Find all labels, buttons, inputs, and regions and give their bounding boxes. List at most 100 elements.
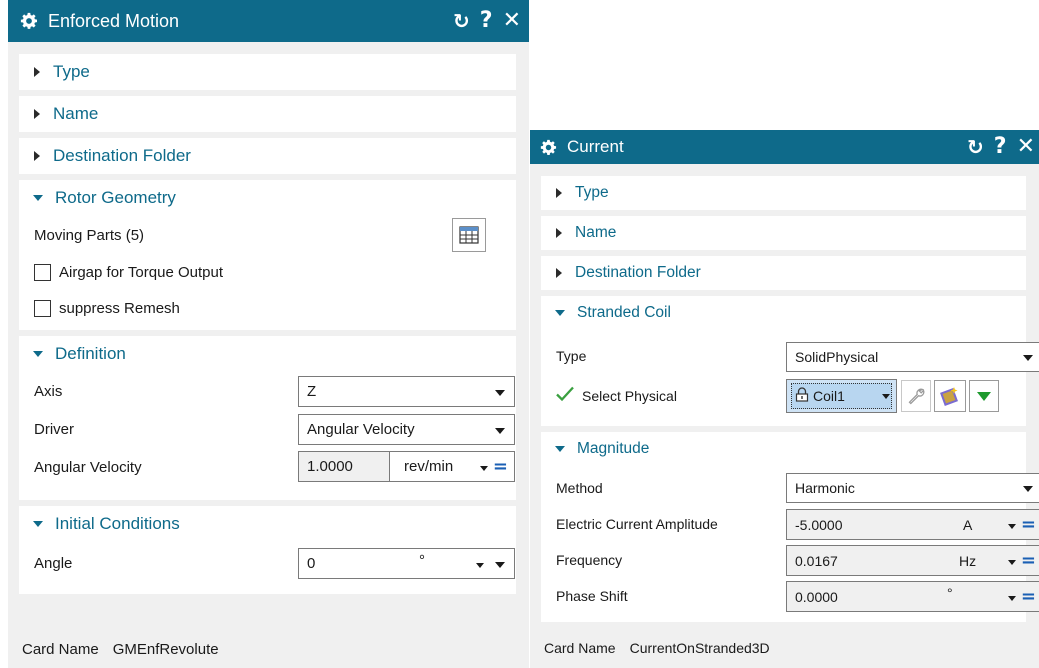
group-definition-header[interactable]: Definition bbox=[19, 336, 516, 372]
axis-select[interactable]: Z bbox=[298, 376, 515, 407]
group-type-header[interactable]: Type bbox=[541, 176, 1026, 210]
group-magnitude: Magnitude Method Harmonic Electric Curre… bbox=[541, 432, 1039, 622]
frequency-label: Frequency bbox=[556, 552, 623, 568]
frequency-input[interactable]: 0.0167 Hz = bbox=[786, 545, 1039, 576]
coil-type-select[interactable]: SolidPhysical bbox=[786, 342, 1039, 372]
dialog-titlebar: Current ↻ ? ✕ bbox=[530, 130, 1039, 164]
more-options-button[interactable] bbox=[969, 380, 999, 412]
close-icon[interactable]: ✕ bbox=[1017, 136, 1035, 158]
chevron-down-icon[interactable] bbox=[1008, 560, 1016, 565]
velocity-unit-select[interactable]: rev/min = bbox=[390, 451, 515, 482]
group-stranded-coil: Stranded Coil Type SolidPhysical Select … bbox=[541, 296, 1039, 426]
equals-icon[interactable]: = bbox=[493, 458, 508, 476]
dialog-title: Enforced Motion bbox=[48, 10, 180, 31]
select-physical-list[interactable]: Coil1 bbox=[786, 379, 897, 413]
angle-input[interactable]: 0 ° bbox=[298, 548, 515, 579]
table-icon bbox=[459, 226, 479, 244]
create-physical-button[interactable] bbox=[934, 380, 966, 412]
select-physical-value: Coil1 bbox=[813, 388, 845, 404]
dropdown-arrow-icon bbox=[977, 391, 991, 401]
gear-icon bbox=[540, 139, 557, 156]
airgap-checkbox-row[interactable]: Airgap for Torque Output bbox=[34, 254, 501, 290]
lock-icon bbox=[795, 387, 809, 405]
wrench-button[interactable] bbox=[901, 380, 931, 412]
amplitude-value: -5.0000 bbox=[795, 516, 843, 533]
collapse-arrow-icon bbox=[33, 195, 43, 201]
group-destination-folder: Destination Folder bbox=[541, 256, 1026, 290]
card-name-label: Card Name bbox=[544, 640, 616, 656]
amplitude-label: Electric Current Amplitude bbox=[556, 516, 718, 532]
method-label: Method bbox=[556, 480, 603, 496]
reset-icon[interactable]: ↻ bbox=[967, 137, 984, 157]
coil-type-value: SolidPhysical bbox=[795, 349, 879, 365]
equals-icon[interactable]: = bbox=[1021, 516, 1036, 534]
group-type-header[interactable]: Type bbox=[19, 54, 516, 90]
amplitude-input[interactable]: -5.0000 A = bbox=[786, 509, 1039, 540]
group-magnitude-label: Magnitude bbox=[577, 440, 650, 457]
phase-shift-input[interactable]: 0.0000 ° = bbox=[786, 581, 1039, 612]
group-coil-header[interactable]: Stranded Coil bbox=[541, 296, 1026, 330]
group-name: Name bbox=[19, 96, 516, 132]
phase-shift-unit: ° bbox=[947, 585, 953, 601]
method-value: Harmonic bbox=[795, 480, 855, 496]
group-type-label: Type bbox=[53, 62, 90, 81]
group-name-header[interactable]: Name bbox=[19, 96, 516, 132]
gear-icon bbox=[20, 12, 38, 30]
card-name-footer: Card Name GMEnfRevolute bbox=[22, 641, 219, 658]
axis-value: Z bbox=[307, 383, 317, 400]
group-name-header[interactable]: Name bbox=[541, 216, 1026, 250]
phase-shift-label: Phase Shift bbox=[556, 588, 628, 604]
collapse-arrow-icon bbox=[555, 446, 565, 452]
expand-arrow-icon bbox=[556, 228, 562, 238]
airgap-checkbox[interactable] bbox=[34, 263, 51, 281]
suppress-remesh-checkbox-row[interactable]: suppress Remesh bbox=[34, 290, 501, 326]
suppress-remesh-label: suppress Remesh bbox=[59, 299, 180, 317]
chevron-down-icon bbox=[1023, 355, 1033, 361]
help-icon[interactable]: ? bbox=[480, 10, 493, 32]
suppress-remesh-checkbox[interactable] bbox=[34, 299, 51, 317]
group-destination-header[interactable]: Destination Folder bbox=[541, 256, 1026, 290]
collapse-arrow-icon bbox=[33, 521, 43, 527]
method-select[interactable]: Harmonic bbox=[786, 473, 1039, 503]
help-icon[interactable]: ? bbox=[994, 136, 1007, 158]
group-type: Type bbox=[541, 176, 1026, 210]
airgap-label: Airgap for Torque Output bbox=[59, 263, 223, 281]
velocity-unit: rev/min bbox=[404, 458, 454, 475]
group-name: Name bbox=[541, 216, 1026, 250]
reset-icon[interactable]: ↻ bbox=[453, 11, 470, 31]
card-name-label: Card Name bbox=[22, 641, 99, 658]
wrench-icon bbox=[908, 388, 925, 405]
chevron-down-icon[interactable] bbox=[495, 561, 505, 568]
group-type: Type bbox=[19, 54, 516, 90]
select-objects-button[interactable] bbox=[452, 218, 486, 252]
group-magnitude-header[interactable]: Magnitude bbox=[541, 432, 1026, 466]
collapse-arrow-icon bbox=[555, 310, 565, 316]
chevron-down-icon[interactable] bbox=[1008, 524, 1016, 529]
coil-type-label: Type bbox=[556, 348, 587, 364]
equals-icon[interactable]: = bbox=[1021, 588, 1036, 606]
card-name-footer: Card Name CurrentOnStranded3D bbox=[544, 640, 770, 656]
driver-value: Angular Velocity bbox=[307, 421, 415, 438]
driver-select[interactable]: Angular Velocity bbox=[298, 414, 515, 445]
expand-arrow-icon bbox=[34, 67, 40, 77]
group-initial-conditions: Initial Conditions Angle 0 ° bbox=[19, 506, 516, 594]
expand-arrow-icon bbox=[34, 109, 40, 119]
group-rotor-header[interactable]: Rotor Geometry bbox=[19, 180, 516, 216]
group-initial-header[interactable]: Initial Conditions bbox=[19, 506, 516, 542]
expand-arrow-icon bbox=[34, 151, 40, 161]
chevron-down-icon[interactable] bbox=[1008, 596, 1016, 601]
group-name-label: Name bbox=[575, 224, 617, 241]
group-rotor-label: Rotor Geometry bbox=[55, 188, 176, 207]
moving-parts-label: Moving Parts (5) bbox=[34, 226, 145, 244]
close-icon[interactable]: ✕ bbox=[503, 10, 521, 32]
card-name-value: GMEnfRevolute bbox=[112, 641, 219, 658]
dialog-titlebar: Enforced Motion ↻ ? ✕ bbox=[8, 0, 529, 42]
equals-icon[interactable]: = bbox=[1021, 552, 1036, 570]
angle-value: 0 bbox=[307, 555, 316, 572]
current-dialog: Current ↻ ? ✕ Type Name Destination Fold… bbox=[530, 130, 1039, 668]
group-rotor-geometry: Rotor Geometry Moving Parts (5) Airgap f… bbox=[19, 180, 516, 330]
axis-label: Axis bbox=[34, 382, 63, 400]
angular-velocity-input[interactable]: 1.0000 bbox=[298, 451, 390, 482]
group-destination-header[interactable]: Destination Folder bbox=[19, 138, 516, 174]
chevron-down-icon[interactable] bbox=[882, 394, 890, 399]
